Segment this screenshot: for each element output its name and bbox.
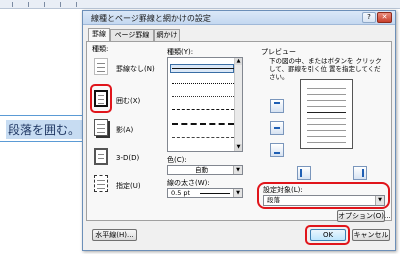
cancel-button[interactable]: キャンセル [352, 229, 390, 241]
color-select[interactable]: 自動 ▼ [167, 165, 243, 175]
tab-shading[interactable]: 網かけ [154, 29, 180, 41]
tab-page-border[interactable]: ページ罫線 [110, 29, 154, 41]
horizontal-line-button[interactable]: 水平線(H)... [92, 229, 137, 241]
box-highlight-ring [90, 84, 112, 113]
preview-heading: プレビュー [261, 48, 296, 56]
middle-border-button[interactable] [270, 121, 284, 135]
paragraph-text[interactable]: 段落を囲む。 [6, 120, 83, 139]
no-border-icon[interactable] [94, 58, 108, 75]
shadow-border-icon[interactable] [94, 119, 108, 136]
scroll-up-icon[interactable]: ▲ [235, 58, 242, 65]
color-label: 色(C): [167, 156, 187, 164]
setting-label-3d[interactable]: 3-D(D) [116, 154, 139, 162]
chevron-down-icon[interactable]: ▼ [233, 166, 242, 174]
width-label: 線の太さ(W): [167, 179, 210, 187]
ruler [0, 0, 400, 9]
apply-to-highlight-ring [257, 182, 390, 209]
right-border-button[interactable] [353, 166, 367, 180]
chevron-down-icon[interactable]: ▼ [233, 189, 242, 197]
setting-label-box[interactable]: 囲む(X) [116, 96, 140, 106]
tab-borders[interactable]: 罫線 [88, 28, 110, 42]
help-button[interactable]: ? [362, 12, 376, 23]
line-style-list[interactable]: ▲ ▼ [167, 57, 243, 152]
setting-heading: 種類: [92, 45, 109, 53]
setting-label-shadow[interactable]: 影(A) [116, 125, 133, 135]
style-heading: 種類(Y): [167, 48, 194, 56]
width-value: 0.5 pt [171, 189, 191, 197]
custom-border-icon[interactable] [94, 175, 108, 192]
style-list-scrollbar[interactable]: ▲ ▼ [234, 58, 242, 151]
bottom-border-button[interactable] [270, 143, 284, 157]
top-border-button[interactable] [270, 99, 284, 113]
borders-and-shading-dialog: 線種とページ罫線と網かけの設定 ? ✕ 罫線 ページ罫線 網かけ 種類: 罫線な… [82, 10, 396, 251]
options-button[interactable]: オプション(O)... [337, 210, 391, 222]
border-preview[interactable] [300, 79, 353, 149]
ok-highlight-ring [305, 225, 350, 245]
setting-label-none[interactable]: 罫線なし(N) [116, 64, 155, 74]
setting-label-custom[interactable]: 指定(U) [116, 181, 141, 191]
color-value: 自動 [195, 166, 208, 174]
dialog-title: 線種とページ罫線と網かけの設定 [91, 14, 211, 23]
scroll-down-icon[interactable]: ▼ [235, 144, 242, 151]
3d-border-icon[interactable] [94, 148, 108, 165]
left-border-button[interactable] [297, 166, 311, 180]
close-button[interactable]: ✕ [377, 12, 392, 23]
preview-instruction: 下の図の中、またはボタンを クリックして、罫線を引く位 置を指定してください。 [269, 57, 382, 81]
dialog-titlebar: 線種とページ罫線と網かけの設定 ? ✕ [83, 11, 395, 25]
width-select[interactable]: 0.5 pt ▼ [167, 188, 243, 198]
